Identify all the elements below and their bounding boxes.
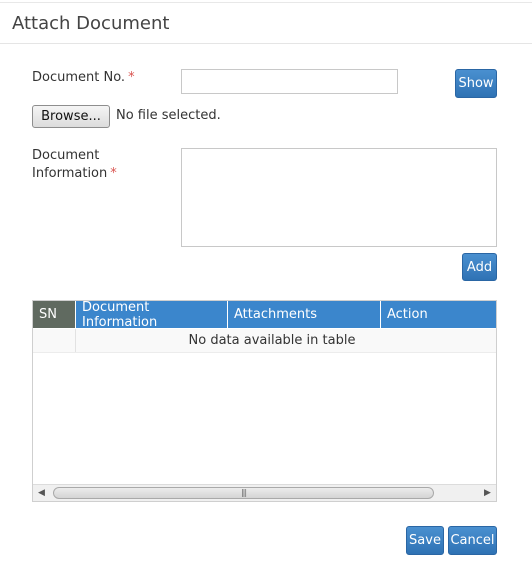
empty-sn-cell xyxy=(33,329,76,352)
required-mark: * xyxy=(128,70,135,85)
document-no-label: Document No. * xyxy=(32,69,135,87)
scroll-left-icon[interactable]: ◀ xyxy=(33,485,50,501)
table-header: SN Document Information Attachments Acti… xyxy=(33,301,496,330)
top-border xyxy=(0,2,532,3)
document-information-label-line2: Information xyxy=(32,166,108,181)
browse-button[interactable]: Browse... xyxy=(32,105,110,128)
column-header-document-information[interactable]: Document Information xyxy=(76,301,228,330)
documents-table: SN Document Information Attachments Acti… xyxy=(32,300,497,502)
title-divider xyxy=(0,43,532,44)
save-button[interactable]: Save xyxy=(406,526,444,555)
document-no-label-text: Document No. xyxy=(32,70,126,85)
document-information-label: Document Information * xyxy=(32,147,117,183)
table-row: No data available in table xyxy=(33,329,496,353)
horizontal-scrollbar[interactable]: ◀ ||| ▶ xyxy=(33,484,496,501)
column-header-attachments[interactable]: Attachments xyxy=(228,301,381,328)
document-information-textarea[interactable] xyxy=(181,148,497,247)
scroll-grip-icon: ||| xyxy=(240,488,247,497)
scroll-right-icon[interactable]: ▶ xyxy=(479,485,496,501)
add-button[interactable]: Add xyxy=(462,253,497,281)
show-button[interactable]: Show xyxy=(455,69,497,98)
column-header-action[interactable]: Action xyxy=(381,301,496,328)
modal-title: Attach Document xyxy=(12,13,170,34)
document-no-input[interactable] xyxy=(181,69,398,94)
document-information-label-line1: Document xyxy=(32,148,100,163)
scrollbar-thumb[interactable]: ||| xyxy=(53,487,434,499)
file-status-text: No file selected. xyxy=(116,108,221,123)
cancel-button[interactable]: Cancel xyxy=(448,526,497,555)
required-mark: * xyxy=(110,166,117,181)
column-header-sn[interactable]: SN xyxy=(33,301,76,328)
empty-table-message: No data available in table xyxy=(188,333,356,348)
